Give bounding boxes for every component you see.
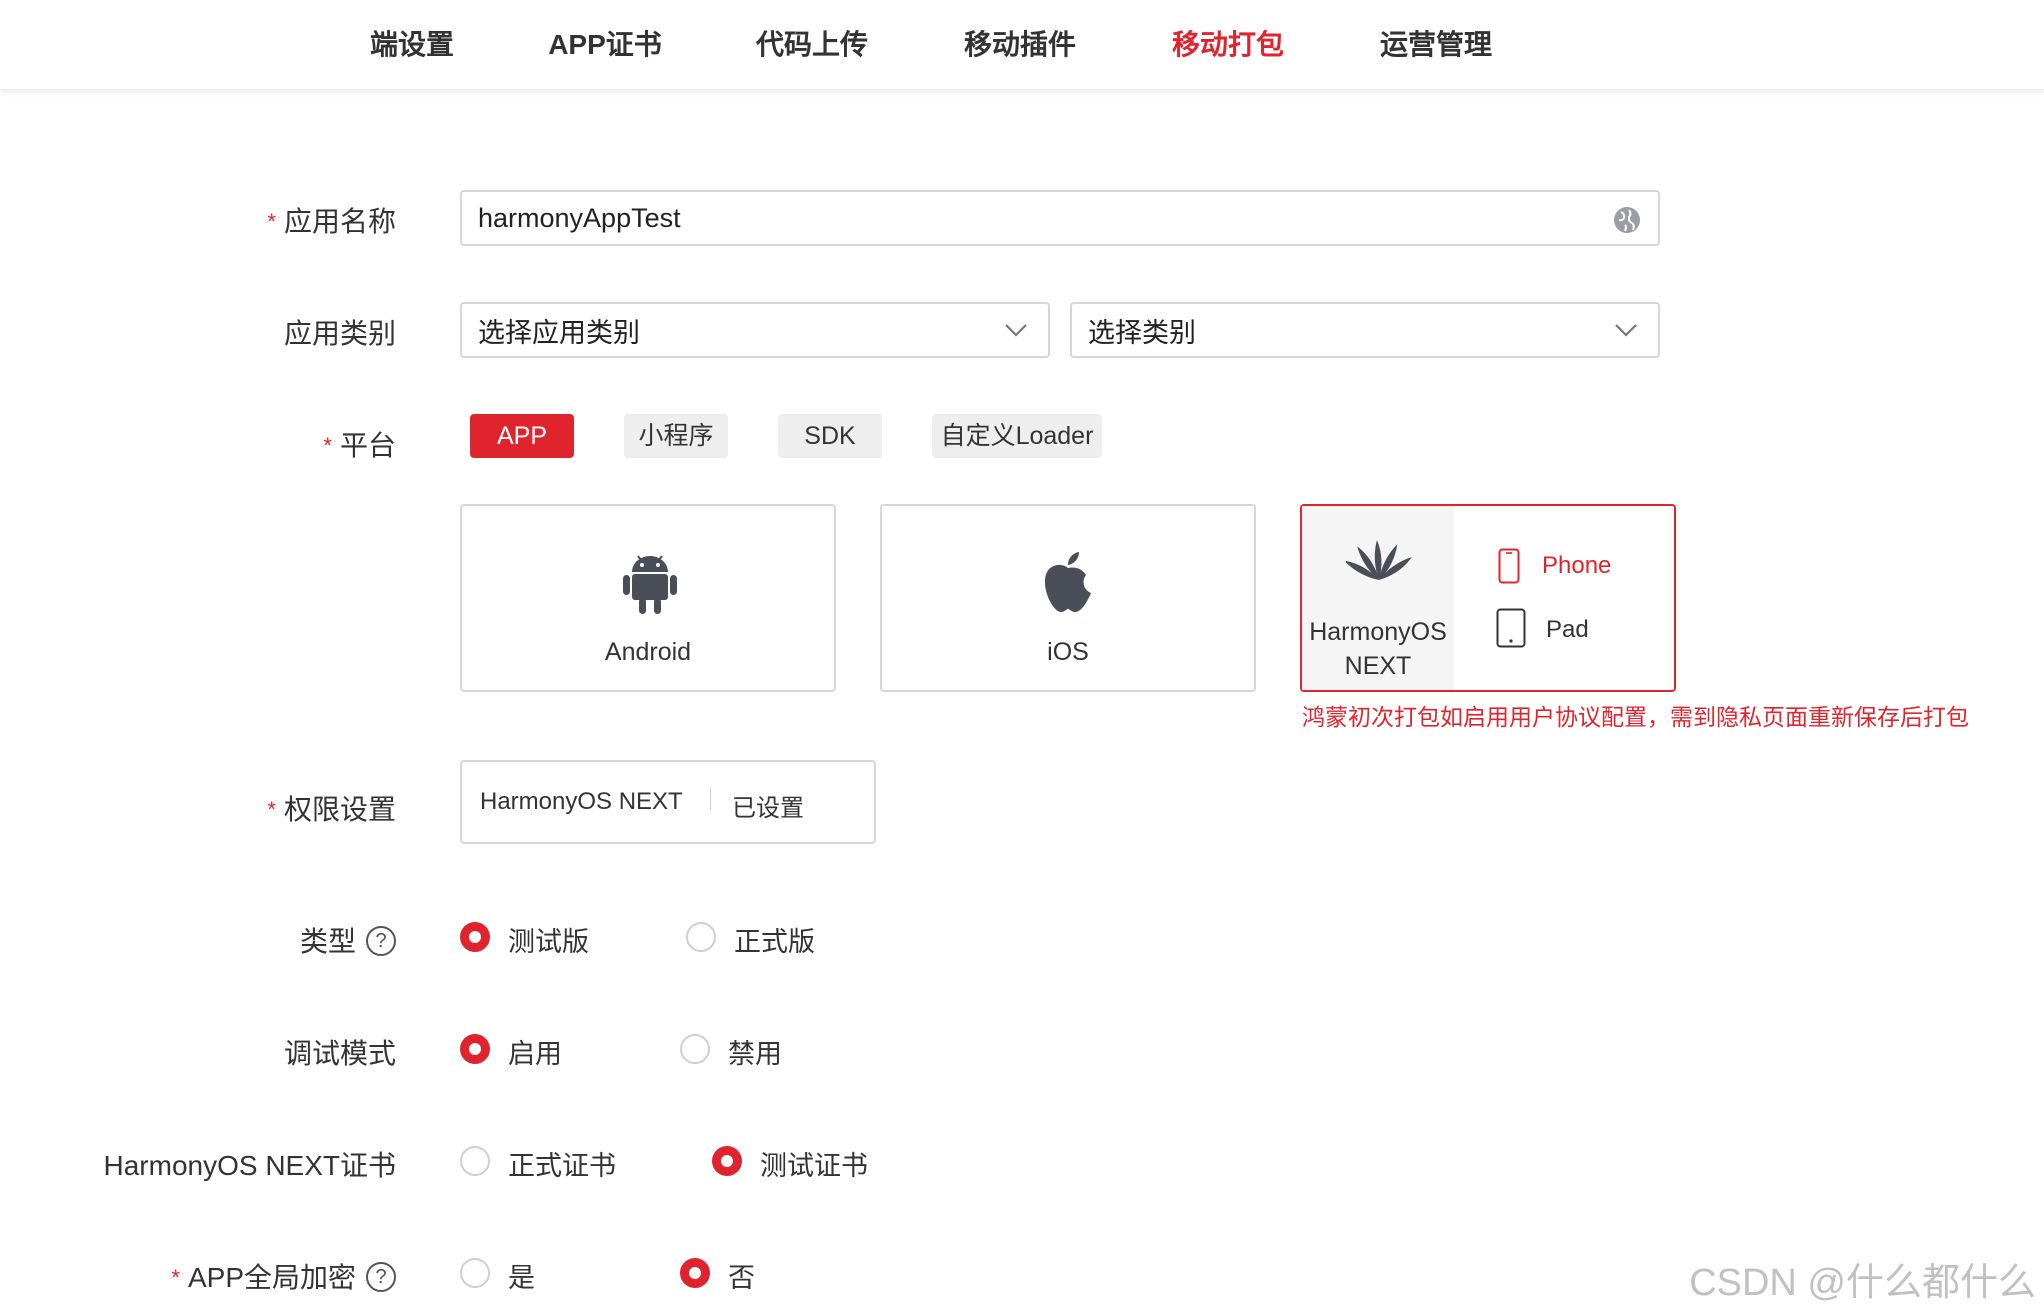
app-name-value: harmonyAppTest [478,202,681,233]
build-type-release-label: 正式版 [734,927,815,957]
build-type-test-label: 测试版 [508,927,589,957]
build-type-test-radio[interactable] [460,922,490,952]
android-card[interactable]: Android [460,504,836,692]
app-name-input[interactable]: harmonyAppTest [460,190,1660,246]
harmonyos-label-line2: NEXT [1344,652,1412,680]
encryption-no-label: 否 [728,1263,755,1293]
permission-platform: HarmonyOS NEXT [480,788,683,815]
debug-enable-radio[interactable] [460,1034,490,1064]
cert-test-label: 测试证书 [760,1151,868,1181]
harmonyos-card[interactable]: HarmonyOS NEXT Phone Pad [1300,504,1676,692]
platform-label: * 平台 [323,430,396,461]
encryption-no-radio[interactable] [680,1258,710,1288]
harmony-packaging-note: 鸿蒙初次打包如启用用户协议配置，需到隐私页面重新保存后打包 [1302,704,1969,730]
permission-status: 已设置 [732,795,804,822]
app-category-select[interactable]: 选择应用类别 [460,302,1050,358]
platform-tab-custom-loader[interactable]: 自定义Loader [932,414,1102,458]
huawei-icon [1346,540,1412,580]
platform-tab-sdk[interactable]: SDK [778,414,882,458]
watermark: CSDN @什么都什么 [1689,1262,2036,1304]
cert-test-radio[interactable] [712,1146,742,1176]
category-select[interactable]: 选择类别 [1070,302,1660,358]
chevron-down-icon [1615,324,1637,337]
top-navigation: 端设置 APP证书 代码上传 移动插件 移动打包 运营管理 [0,0,2044,90]
encryption-yes-radio[interactable] [460,1258,490,1288]
ios-card[interactable]: iOS [880,504,1256,692]
android-label: Android [604,638,692,666]
encryption-label: * APP全局加密? [171,1256,396,1296]
platform-tab-app[interactable]: APP [470,414,574,458]
platform-tab-mini-program[interactable]: 小程序 [624,414,728,458]
globe-icon[interactable] [1612,205,1642,235]
pad-option[interactable]: Pad [1546,616,1589,644]
debug-disable-label: 禁用 [728,1039,782,1069]
android-icon [623,555,677,614]
tab-app-certificate[interactable]: APP证书 [546,22,664,68]
app-name-label: * 应用名称 [267,206,396,237]
category-select-value: 选择类别 [1088,317,1196,348]
tablet-icon[interactable] [1496,608,1526,648]
permission-box[interactable]: HarmonyOS NEXT 已设置 [460,760,876,844]
phone-icon[interactable] [1498,548,1520,584]
build-type-label: 类型? [300,920,396,960]
debug-enable-label: 启用 [508,1039,562,1069]
apple-icon [1044,552,1091,612]
encryption-yes-label: 是 [508,1263,535,1293]
harmonyos-label-line1: HarmonyOS [1309,618,1447,646]
cert-release-radio[interactable] [460,1146,490,1176]
chevron-down-icon [1005,324,1027,337]
app-category-label: 应用类别 [283,318,396,349]
debug-disable-radio[interactable] [680,1034,710,1064]
harmony-cert-label: HarmonyOS NEXT证书 [103,1150,397,1181]
help-icon[interactable]: ? [366,925,396,956]
tab-mobile-plugins[interactable]: 移动插件 [962,22,1078,68]
permission-label: * 权限设置 [267,794,396,825]
harmonyos-panel: HarmonyOS NEXT [1302,506,1454,690]
tab-mobile-packaging[interactable]: 移动打包 [1170,22,1286,68]
tab-client-settings[interactable]: 端设置 [364,22,460,68]
app-category-select-value: 选择应用类别 [478,317,640,348]
ios-label: iOS [1047,638,1089,666]
tab-code-upload[interactable]: 代码上传 [754,22,870,68]
help-icon[interactable]: ? [366,1261,396,1292]
cert-release-label: 正式证书 [508,1151,616,1181]
permission-divider [710,788,711,810]
phone-option[interactable]: Phone [1542,552,1611,580]
build-type-release-radio[interactable] [686,922,716,952]
tab-operations[interactable]: 运营管理 [1378,22,1494,68]
debug-mode-label: 调试模式 [283,1038,396,1069]
